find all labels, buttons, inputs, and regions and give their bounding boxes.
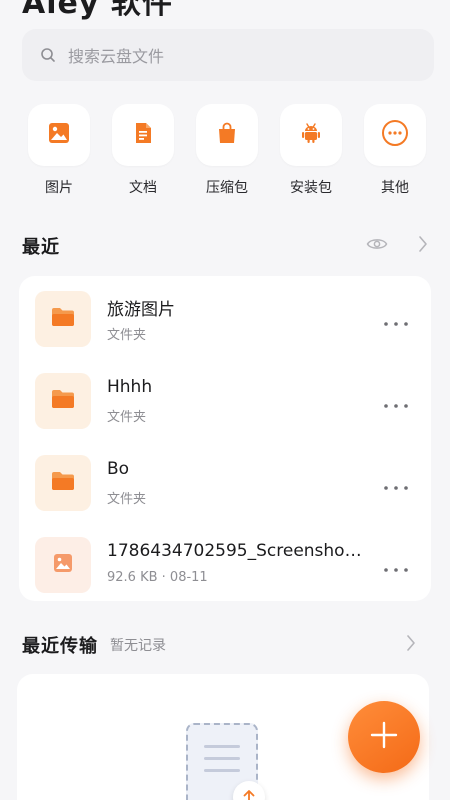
file-thumbnail [35, 373, 91, 429]
app-title: Aley 软件 [22, 0, 173, 21]
category-label: 安装包 [290, 180, 332, 196]
transfer-title: 最近传输 [22, 636, 98, 657]
bag-icon [215, 121, 239, 149]
category-packages[interactable]: 安装包 [279, 104, 343, 197]
category-label: 压缩包 [206, 180, 248, 196]
more-options-button[interactable] [381, 557, 411, 577]
doc-line [204, 745, 240, 748]
image-file-icon [53, 553, 73, 577]
transfer-subtitle: 暂无记录 [110, 638, 166, 654]
upload-badge [233, 781, 265, 800]
search-input[interactable]: 搜索云盘文件 [68, 43, 164, 67]
category-other[interactable]: 其他 [363, 104, 427, 197]
file-meta: 92.6 KB · 08-11 [107, 570, 208, 585]
file-meta: 文件夹 [107, 410, 147, 425]
file-name: 1786434702595_Screenshot... [107, 541, 367, 561]
recent-file-list: 旅游图片 文件夹 Hhhh 文件夹 Bo 文件夹 1786434702595_S… [19, 276, 431, 601]
android-icon [299, 121, 323, 149]
more-circle-icon [381, 119, 409, 151]
more-options-button[interactable] [381, 475, 411, 495]
category-tile[interactable] [280, 104, 342, 166]
eye-icon[interactable] [366, 236, 388, 256]
folder-icon [51, 471, 75, 495]
image-icon [47, 121, 71, 149]
more-options-button[interactable] [381, 393, 411, 413]
category-tile[interactable] [196, 104, 258, 166]
category-label: 其他 [381, 180, 409, 196]
transfer-header: 最近传输 暂无记录 [22, 630, 428, 660]
search-icon [40, 47, 56, 63]
search-bar[interactable]: 搜索云盘文件 [22, 29, 434, 81]
more-dots-icon [383, 312, 409, 331]
category-label: 图片 [45, 180, 73, 196]
file-meta: 文件夹 [107, 492, 147, 507]
recent-header-actions [366, 235, 428, 257]
file-thumbnail [35, 455, 91, 511]
plus-icon [369, 720, 399, 754]
file-thumbnail [35, 291, 91, 347]
category-tile[interactable] [364, 104, 426, 166]
category-label: 文档 [129, 180, 157, 196]
category-images[interactable]: 图片 [27, 104, 91, 197]
file-thumbnail [35, 537, 91, 593]
category-documents[interactable]: 文档 [111, 104, 175, 197]
chevron-right-icon[interactable] [406, 634, 416, 656]
file-row[interactable]: Hhhh 文件夹 [19, 363, 431, 443]
recent-title: 最近 [22, 237, 60, 258]
more-dots-icon [383, 476, 409, 495]
file-name: Bo [107, 459, 130, 479]
file-row[interactable]: 1786434702595_Screenshot... 92.6 KB · 08… [19, 527, 431, 607]
more-dots-icon [383, 394, 409, 413]
file-name: 旅游图片 [107, 300, 175, 320]
category-tile[interactable] [28, 104, 90, 166]
file-row[interactable]: 旅游图片 文件夹 [19, 281, 431, 361]
more-dots-icon [383, 558, 409, 577]
doc-line [204, 769, 240, 772]
file-row[interactable]: Bo 文件夹 [19, 445, 431, 525]
category-grid: 图片 文档 压缩包 安装包 其他 [0, 104, 450, 204]
doc-line [204, 757, 240, 760]
chevron-right-icon[interactable] [418, 235, 428, 257]
add-button[interactable] [348, 701, 420, 773]
transfer-header-actions [406, 634, 428, 656]
recent-header: 最近 [22, 231, 428, 261]
more-options-button[interactable] [381, 311, 411, 331]
category-tile[interactable] [112, 104, 174, 166]
file-name: Hhhh [107, 377, 153, 397]
file-meta: 文件夹 [107, 328, 147, 343]
document-icon [131, 121, 155, 149]
folder-icon [51, 307, 75, 331]
category-archives[interactable]: 压缩包 [195, 104, 259, 197]
folder-icon [51, 389, 75, 413]
app-screen: Aley 软件 搜索云盘文件 图片 文档 压缩包 安装包 其他 最近 旅游图片 … [0, 0, 450, 800]
upload-arrow-icon [242, 788, 256, 800]
